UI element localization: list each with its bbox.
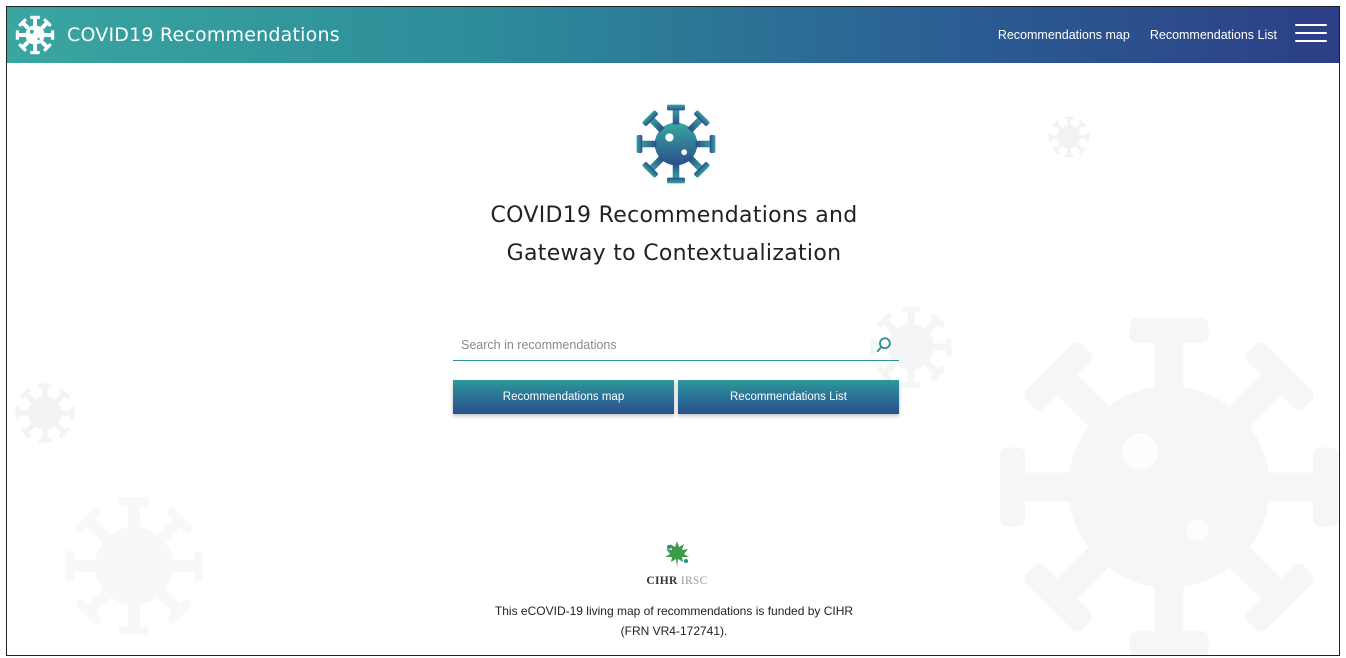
funding-line1: This eCOVID-19 living map of recommendat… bbox=[494, 604, 854, 618]
hamburger-menu-icon[interactable] bbox=[1295, 24, 1327, 46]
nav-links: Recommendations map Recommendations List bbox=[998, 7, 1277, 63]
cihr-logo-text: CIHR IRSC bbox=[646, 575, 708, 587]
page-title-line1: COVID19 Recommendations and bbox=[490, 203, 858, 228]
brand-title: COVID19 Recommendations bbox=[67, 24, 340, 46]
search-icon[interactable] bbox=[875, 336, 893, 354]
background-virus-icon bbox=[999, 317, 1339, 655]
page-title: COVID19 Recommendations and Gateway to C… bbox=[427, 197, 921, 273]
hero-virus-icon bbox=[636, 104, 716, 184]
recommendations-map-button[interactable]: Recommendations map bbox=[453, 380, 674, 414]
background-virus-icon bbox=[15, 383, 75, 443]
nav-link-recommendations-list[interactable]: Recommendations List bbox=[1150, 28, 1277, 42]
funding-notice: This eCOVID-19 living map of recommendat… bbox=[427, 601, 921, 641]
search-bar bbox=[453, 330, 899, 361]
cihr-logo: CIHR IRSC bbox=[637, 539, 717, 587]
search-input[interactable] bbox=[453, 330, 863, 360]
brand[interactable]: COVID19 Recommendations bbox=[15, 13, 340, 57]
page-title-line2: Gateway to Contextualization bbox=[506, 241, 842, 266]
page-frame: COVID19 Recommendations Recommendations … bbox=[6, 6, 1340, 656]
background-virus-icon bbox=[1048, 116, 1090, 158]
background-virus-icon bbox=[65, 497, 203, 635]
maple-leaf-icon bbox=[665, 541, 689, 567]
nav-link-recommendations-map[interactable]: Recommendations map bbox=[998, 28, 1130, 42]
top-navbar: COVID19 Recommendations Recommendations … bbox=[7, 7, 1339, 63]
funding-line2: (FRN VR4-172741). bbox=[620, 624, 728, 638]
recommendations-list-button[interactable]: Recommendations List bbox=[678, 380, 899, 414]
virus-icon bbox=[15, 15, 55, 55]
